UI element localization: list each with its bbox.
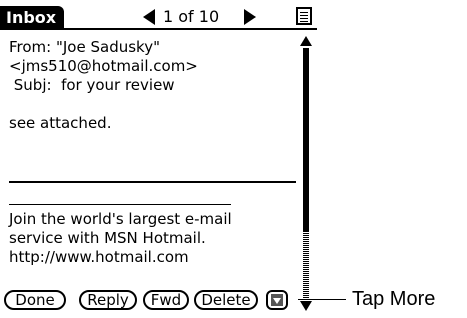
message-counter: 1 of 10 [163,7,220,26]
subject-line: Subj: for your review [9,76,175,94]
scrollbar[interactable] [298,36,316,311]
email-address-line: <jms510@hotmail.com> [9,57,198,75]
inbox-title: Inbox [6,8,57,27]
more-button[interactable] [266,290,288,310]
footer-line: Join the world's largest e-mail [9,210,232,228]
delete-button[interactable]: Delete [194,290,258,310]
more-icon [271,294,283,306]
scroll-down-icon[interactable] [300,301,312,311]
from-line: From: "Joe Sadusky" [9,38,160,56]
title-bar-line [0,28,317,30]
right-arrow-icon [244,9,256,25]
inbox-tab[interactable]: Inbox [0,6,64,29]
message-body: From: "Joe Sadusky" <jms510@hotmail.com>… [9,38,294,133]
next-message-button[interactable] [244,6,256,28]
menu-icon[interactable] [296,7,312,25]
left-arrow-icon [143,9,155,25]
previous-message-button[interactable] [143,6,155,28]
message-text-line: see attached. [9,114,112,132]
footer-line: service with MSN Hotmail. [9,229,206,247]
scroll-up-icon[interactable] [300,36,312,46]
signature-divider-short [9,204,231,205]
done-button[interactable]: Done [4,290,66,310]
footer-line: http://www.hotmail.com [9,248,189,266]
scroll-thumb[interactable] [303,48,309,232]
scroll-track[interactable] [303,232,309,300]
callout-leader-line [298,299,346,300]
reply-button[interactable]: Reply [79,290,137,310]
message-footer: Join the world's largest e-mail service … [9,210,294,267]
signature-divider [9,181,296,183]
tap-more-callout: Tap More [352,288,436,310]
fwd-button[interactable]: Fwd [143,290,189,310]
